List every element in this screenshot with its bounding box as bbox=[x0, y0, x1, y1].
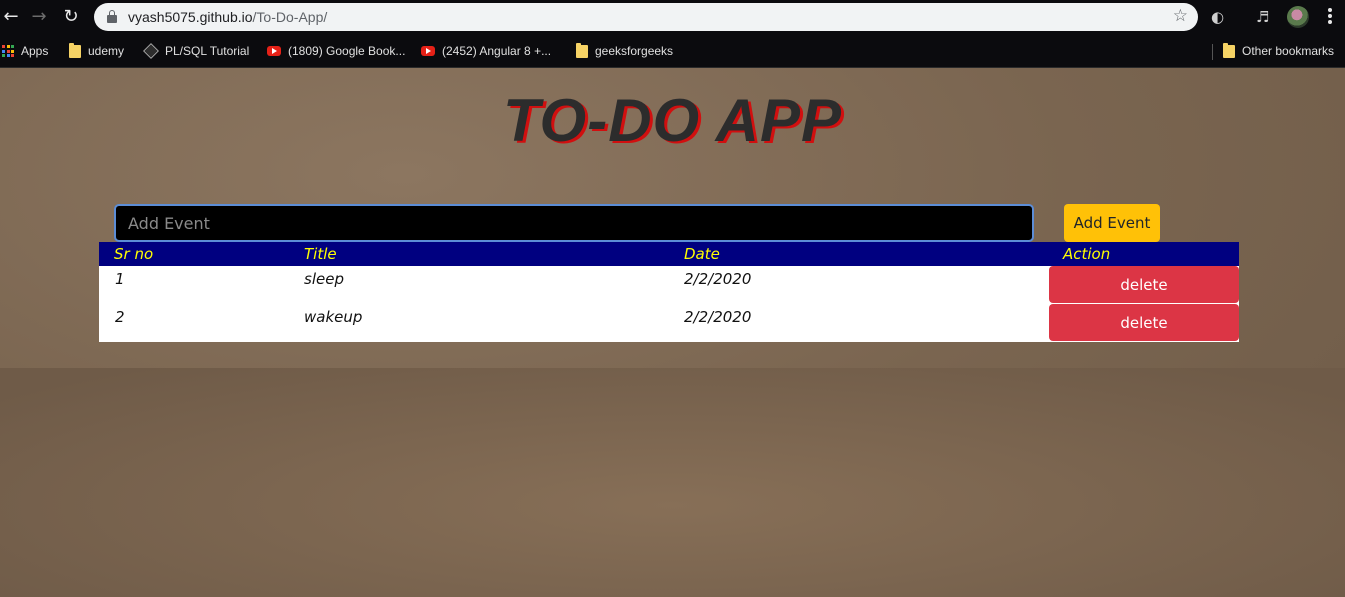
cell-title: sleep bbox=[304, 270, 344, 288]
media-control-icon[interactable]: ♬ bbox=[1256, 8, 1269, 26]
url-path: /To-Do-App/ bbox=[252, 9, 328, 25]
delete-button[interactable]: delete bbox=[1049, 304, 1239, 341]
cell-date: 2/2/2020 bbox=[684, 270, 752, 288]
bookmark-label: udemy bbox=[88, 44, 125, 58]
bookmark-label: (1809) Google Book... bbox=[288, 44, 406, 58]
add-event-input[interactable] bbox=[114, 204, 1034, 242]
bookmark-plsql[interactable]: PL/SQL Tutorial bbox=[143, 42, 250, 60]
page-background: TO-DO APP Add Event Sr no Title Date Act… bbox=[0, 68, 1345, 597]
bookmark-label: Other bookmarks bbox=[1242, 44, 1335, 58]
table-header: Sr no Title Date Action bbox=[99, 242, 1239, 266]
header-sr-no: Sr no bbox=[114, 245, 154, 263]
page-background-lower bbox=[0, 368, 1345, 597]
youtube-icon bbox=[267, 46, 281, 56]
lock-icon bbox=[107, 10, 117, 23]
bookmark-google-books[interactable]: (1809) Google Book... bbox=[267, 42, 405, 60]
forward-icon[interactable]: → bbox=[28, 6, 50, 28]
page-title: TO-DO APP bbox=[502, 87, 843, 154]
bookmarks-bar: Apps udemy PL/SQL Tutorial (1809) Google… bbox=[0, 35, 1345, 68]
cell-sr-no: 2 bbox=[115, 308, 125, 326]
extension-icon[interactable]: ◐ bbox=[1211, 8, 1224, 26]
profile-avatar[interactable] bbox=[1287, 6, 1309, 28]
folder-icon bbox=[69, 42, 81, 58]
add-event-button[interactable]: Add Event bbox=[1064, 204, 1160, 242]
events-table: Sr no Title Date Action 1 sleep 2/2/2020… bbox=[99, 242, 1239, 342]
bookmark-angular[interactable]: (2452) Angular 8 +... bbox=[421, 42, 551, 60]
star-icon[interactable]: ☆ bbox=[1173, 6, 1188, 26]
bookmark-label: geeksforgeeks bbox=[595, 44, 674, 58]
folder-icon bbox=[576, 42, 588, 58]
bookmarks-divider bbox=[1212, 44, 1213, 60]
bookmark-udemy[interactable]: udemy bbox=[69, 42, 124, 60]
apps-grid-icon bbox=[2, 45, 14, 57]
bookmark-geeksforgeeks[interactable]: geeksforgeeks bbox=[576, 42, 673, 60]
browser-toolbar: ← → ↻ vyash5075.github.io/To-Do-App/ ☆ ◐… bbox=[0, 0, 1345, 35]
browser-menu-icon[interactable] bbox=[1322, 7, 1338, 27]
delete-button[interactable]: delete bbox=[1049, 266, 1239, 303]
reload-icon[interactable]: ↻ bbox=[60, 6, 82, 28]
header-action: Action bbox=[1063, 245, 1111, 263]
address-bar[interactable]: vyash5075.github.io/To-Do-App/ ☆ bbox=[94, 3, 1198, 31]
bookmark-apps-label: Apps bbox=[21, 44, 49, 58]
bookmark-label: (2452) Angular 8 +... bbox=[442, 44, 552, 58]
url-host: vyash5075.github.io bbox=[128, 9, 253, 25]
cell-title: wakeup bbox=[304, 308, 363, 326]
back-icon[interactable]: ← bbox=[0, 6, 22, 28]
bookmark-other[interactable]: Other bookmarks bbox=[1223, 42, 1334, 60]
bookmark-apps[interactable]: Apps bbox=[2, 42, 48, 60]
youtube-icon bbox=[421, 46, 435, 56]
bookmark-label: PL/SQL Tutorial bbox=[165, 44, 250, 58]
cell-sr-no: 1 bbox=[115, 270, 125, 288]
folder-icon bbox=[1223, 42, 1235, 58]
header-date: Date bbox=[684, 245, 720, 263]
header-title: Title bbox=[304, 245, 337, 263]
cell-date: 2/2/2020 bbox=[684, 308, 752, 326]
plsql-site-icon bbox=[143, 43, 159, 59]
url-text: vyash5075.github.io/To-Do-App/ bbox=[128, 9, 327, 25]
